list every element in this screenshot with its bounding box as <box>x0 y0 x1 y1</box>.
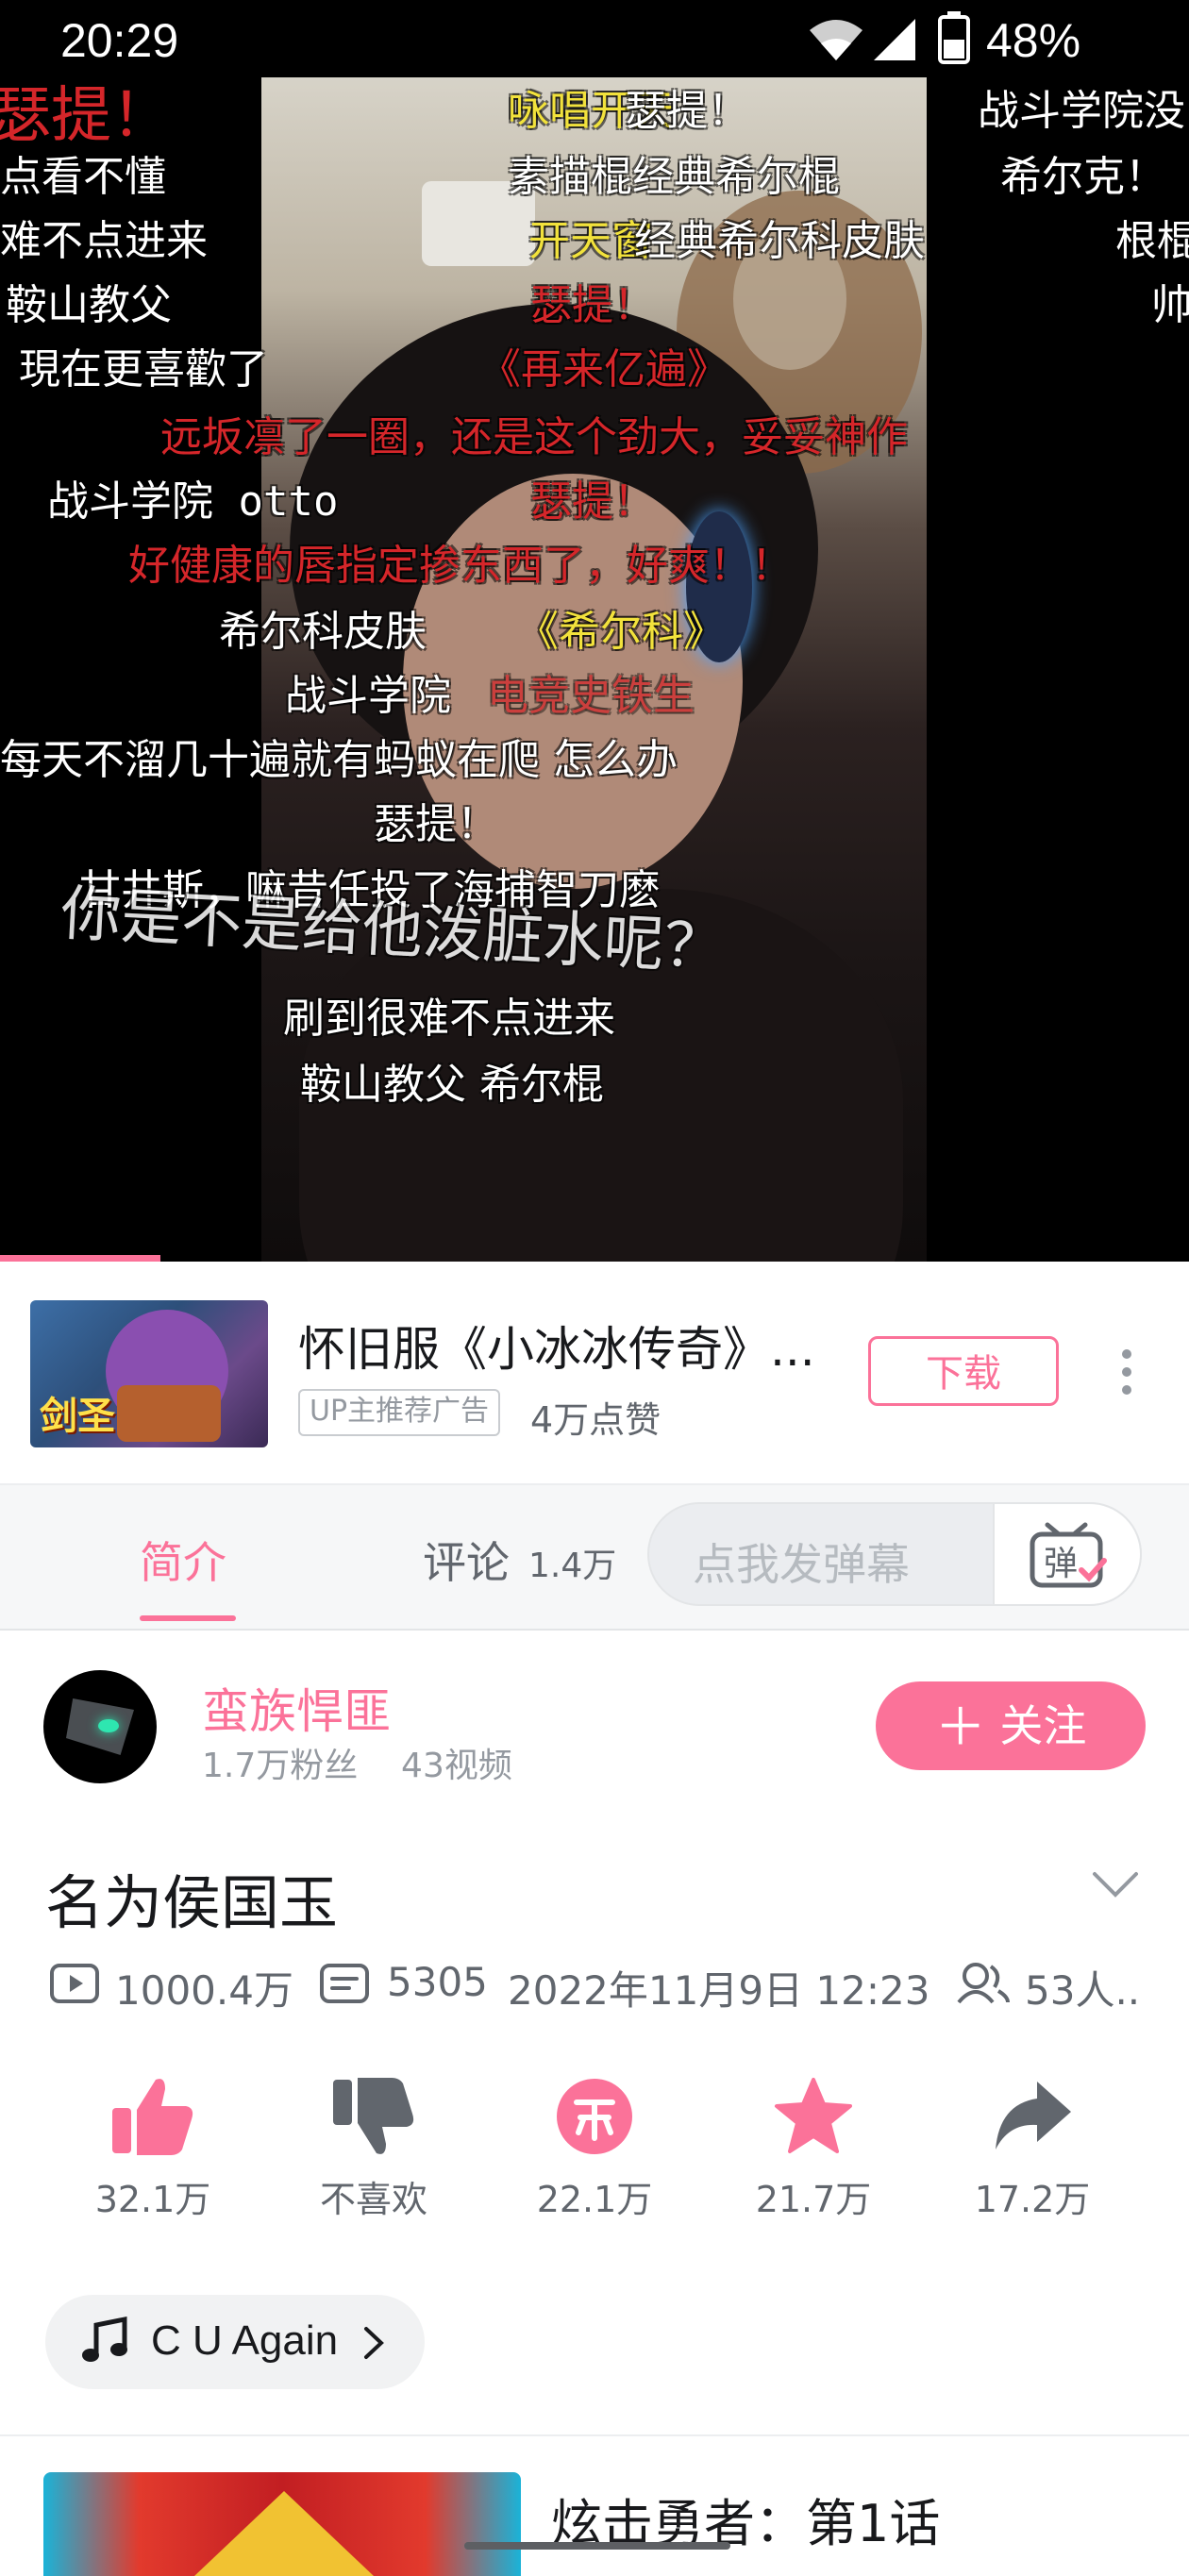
danmaku-comment: 帅 <box>1151 281 1189 329</box>
thumbs-up-icon <box>112 2079 193 2155</box>
danmaku-toggle-button[interactable]: 弹 <box>993 1502 1142 1606</box>
watching-count: 53人.. <box>1025 1967 1141 2014</box>
ad-character-beard <box>117 1385 221 1442</box>
home-indicator[interactable] <box>464 2542 730 2550</box>
ad-title[interactable]: 怀旧服《小冰冰传奇》... <box>298 1312 815 1380</box>
plus-icon: ＋ <box>934 1698 986 1757</box>
ad-likes: 4万点赞 <box>530 1399 661 1441</box>
tab-comments-count: 1.4万 <box>528 1547 617 1585</box>
danmaku-count: 5305 <box>387 1959 488 2005</box>
tab-comments[interactable]: 评论 <box>423 1529 510 1591</box>
avatar[interactable] <box>43 1670 157 1783</box>
danmaku-comment: 鞍山教父 <box>6 281 172 329</box>
favorite-button[interactable]: 21.7万 <box>747 2076 879 2222</box>
danmaku-comment: 瑟提！ <box>530 477 655 526</box>
coin-count: 22.1万 <box>536 2179 653 2220</box>
danmaku-comment: 刷到很难不点进来 <box>283 995 615 1043</box>
like-button[interactable]: 32.1万 <box>87 2076 219 2222</box>
danmaku-input-placeholder[interactable]: 点我发弹幕 <box>693 1531 910 1593</box>
share-button[interactable]: 17.2万 <box>966 2076 1098 2222</box>
danmaku-comment: 瑟提！ <box>0 81 172 151</box>
battery-icon <box>938 11 970 64</box>
danmaku-comment: 瑟提！ <box>530 281 655 329</box>
play-count-icon <box>50 1964 99 2003</box>
star-icon <box>775 2078 852 2153</box>
danmaku-comment: 远坂凛了一圈，还是这个劲大，妥妥神作 <box>160 413 908 461</box>
danmaku-count-icon <box>320 1964 369 2003</box>
recommendation-thumbnail[interactable] <box>43 2472 521 2576</box>
more-options-icon[interactable] <box>1121 1349 1132 1395</box>
download-button[interactable]: 下载 <box>868 1336 1059 1406</box>
rec-thumb-emblem <box>194 2491 374 2576</box>
video-progress-bar[interactable] <box>0 1255 160 1262</box>
danmaku-comment: 《希尔科》 <box>517 608 725 656</box>
follow-button[interactable]: ＋ 关注 <box>876 1681 1146 1770</box>
music-note-icon <box>82 2316 127 2362</box>
battery-percent: 48% <box>986 14 1081 67</box>
tab-active-indicator <box>140 1615 236 1621</box>
ad-thumbnail[interactable]: 剑圣 <box>30 1300 268 1447</box>
coin-button[interactable]: 22.1万 <box>528 2076 661 2222</box>
publish-date: 2022年11月9日 12:23 <box>508 1967 930 2014</box>
danmaku-comment: 《再来亿遍》 <box>479 345 728 393</box>
ad-badge: UP主推荐广告 <box>298 1389 501 1436</box>
video-title: 名为侯国玉 <box>45 1868 339 1937</box>
danmaku-comment: 素描棍经典希尔棍 <box>508 153 840 201</box>
wifi-icon <box>810 20 862 60</box>
dislike-label: 不喜欢 <box>319 2179 427 2220</box>
danmaku-comment: 每天不溜几十遍就有蚂蚁在爬 怎么办 <box>0 736 678 784</box>
danmaku-comment: 希尔克！ <box>1000 153 1166 201</box>
danmaku-comment: 好健康的唇指定掺东西了，好爽！！ <box>128 542 793 590</box>
uploader-name[interactable]: 蛮族悍匪 <box>202 1674 391 1742</box>
avatar-eye <box>98 1719 119 1732</box>
danmaku-comment: 难不点进来 <box>0 217 208 265</box>
uploader-stats: 1.7万粉丝 43视频 <box>202 1738 512 1787</box>
chevron-down-icon[interactable] <box>1091 1870 1140 1899</box>
view-count: 1000.4万 <box>115 1967 293 2014</box>
ad-thumb-text: 剑圣 <box>40 1395 115 1438</box>
dislike-button[interactable]: 不喜欢 <box>308 2076 440 2222</box>
uploader-videos: 43视频 <box>401 1747 512 1785</box>
danmaku-comment: 战斗学院 otto <box>47 477 339 526</box>
thumbs-down-icon <box>333 2078 414 2154</box>
music-label[interactable]: C U Again <box>151 2317 338 2365</box>
video-player[interactable]: 20:29 48% 瑟提！ 点看不懂 难不点进来 鞍山教父 現在更喜歡了 远坂凛… <box>0 0 1189 1262</box>
danmaku-comment: 战斗学院没 <box>978 87 1185 135</box>
danmaku-comment: 经典希尔科皮肤 <box>634 217 925 265</box>
danmaku-comment: 点看不懂 <box>0 153 166 201</box>
status-time: 20:29 <box>60 14 179 67</box>
chevron-right-icon <box>364 2327 384 2359</box>
danmaku-comment: 鞍山教父 希尔棍 <box>300 1061 604 1109</box>
favorite-count: 21.7万 <box>755 2179 872 2220</box>
tab-intro[interactable]: 简介 <box>140 1529 226 1591</box>
danmaku-comment: 电竞史铁生 <box>487 672 695 720</box>
danmaku-comment: 希尔科皮肤 <box>219 608 427 656</box>
coin-icon <box>557 2079 632 2154</box>
signal-icon <box>874 19 915 60</box>
danmaku-comment: 根棍 <box>1115 217 1189 265</box>
like-count: 32.1万 <box>94 2179 211 2220</box>
danmaku-comment: 瑟提！ <box>625 87 749 135</box>
danmaku-comment: 战斗学院 <box>285 672 451 720</box>
follow-label: 关注 <box>999 1700 1087 1751</box>
watching-icon <box>957 1963 1010 2004</box>
danmaku-toggle-glyph: 弹 <box>1044 1545 1079 1583</box>
share-icon <box>996 2082 1071 2149</box>
danmaku-comment: 瑟提！ <box>374 800 498 848</box>
share-count: 17.2万 <box>974 2179 1091 2220</box>
uploader-fans: 1.7万粉丝 <box>202 1747 359 1785</box>
danmaku-comment: 現在更喜歡了 <box>19 345 268 393</box>
section-divider <box>0 2434 1189 2436</box>
